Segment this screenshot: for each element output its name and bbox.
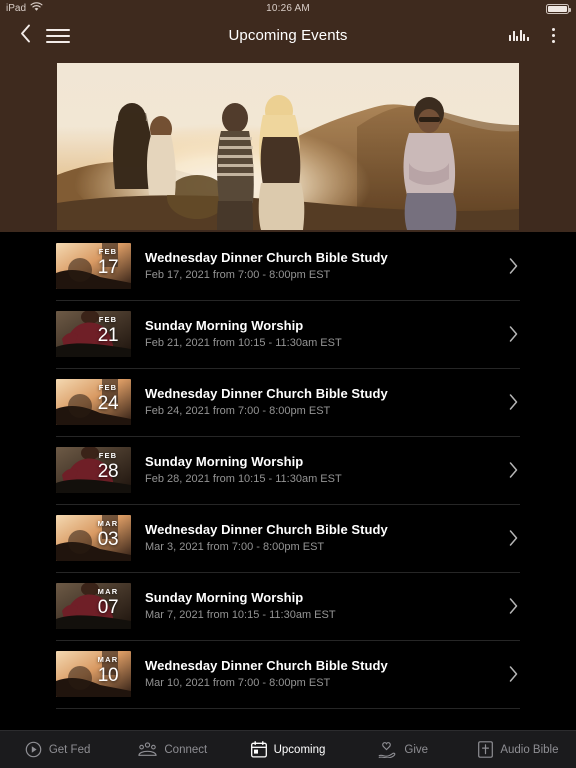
status-bar: iPad 10:26 AM: [0, 0, 576, 17]
event-day: 28: [97, 461, 119, 482]
play-circle-icon: [25, 741, 42, 758]
event-text: Sunday Morning Worship Feb 28, 2021 from…: [131, 454, 494, 487]
event-subtitle: Mar 7, 2021 from 10:15 - 11:30am EST: [145, 608, 336, 621]
event-thumbnail: FEB 21: [56, 311, 131, 357]
list-item[interactable]: MAR 07 Sunday Morning Worship Mar 7, 202…: [56, 572, 520, 640]
chevron-right-icon[interactable]: [494, 394, 520, 410]
page-title: Upcoming Events: [228, 27, 348, 44]
event-date-badge: FEB 17: [91, 247, 125, 278]
event-day: 07: [97, 597, 119, 618]
tab-label: Audio Bible: [500, 743, 559, 756]
chevron-right-icon[interactable]: [494, 326, 520, 342]
event-day: 17: [97, 257, 119, 278]
event-month: FEB: [98, 451, 118, 460]
tab-label: Get Fed: [48, 743, 91, 756]
event-text: Sunday Morning Worship Feb 21, 2021 from…: [131, 318, 494, 351]
event-text: Wednesday Dinner Church Bible Study Mar …: [131, 658, 494, 691]
status-bar-time: 10:26 AM: [266, 3, 310, 14]
event-thumbnail: MAR 03: [56, 515, 131, 561]
event-subtitle: Mar 3, 2021 from 7:00 - 8:00pm EST: [145, 540, 325, 553]
event-date-badge: FEB 21: [91, 315, 125, 346]
chevron-right-icon[interactable]: [494, 598, 520, 614]
chevron-right-icon[interactable]: [494, 666, 520, 682]
tab-label: Connect: [164, 743, 208, 756]
tab-audio-bible[interactable]: Audio Bible: [461, 731, 576, 768]
event-text: Sunday Morning Worship Mar 7, 2021 from …: [131, 590, 494, 623]
event-subtitle: Feb 21, 2021 from 10:15 - 11:30am EST: [145, 336, 342, 349]
tab-connect[interactable]: Connect: [115, 731, 230, 768]
people-group-icon: [138, 742, 157, 757]
event-thumbnail: FEB 28: [56, 447, 131, 493]
list-item[interactable]: FEB 28 Sunday Morning Worship Feb 28, 20…: [56, 436, 520, 504]
event-thumbnail: FEB 24: [56, 379, 131, 425]
list-item[interactable]: FEB 21 Sunday Morning Worship Feb 21, 20…: [56, 300, 520, 368]
bible-book-icon: [478, 741, 494, 758]
tab-get-fed[interactable]: Get Fed: [0, 731, 115, 768]
events-list[interactable]: FEB 17 Wednesday Dinner Church Bible Stu…: [0, 232, 576, 730]
event-month: MAR: [97, 587, 119, 596]
tab-upcoming[interactable]: Upcoming: [230, 731, 345, 768]
event-text: Wednesday Dinner Church Bible Study Feb …: [131, 386, 494, 419]
event-subtitle: Feb 28, 2021 from 10:15 - 11:30am EST: [145, 472, 342, 485]
event-title: Sunday Morning Worship: [145, 317, 304, 333]
event-thumbnail: MAR 07: [56, 583, 131, 629]
event-date-badge: MAR 10: [91, 655, 125, 686]
event-title: Wednesday Dinner Church Bible Study: [145, 521, 388, 537]
tab-label: Upcoming: [273, 743, 326, 756]
event-date-badge: MAR 03: [91, 519, 125, 550]
event-month: FEB: [98, 247, 118, 256]
list-item[interactable]: MAR 10 Wednesday Dinner Church Bible Stu…: [56, 640, 520, 708]
event-title: Wednesday Dinner Church Bible Study: [145, 249, 388, 265]
event-date-badge: MAR 07: [91, 587, 125, 618]
event-day: 03: [97, 529, 119, 550]
event-date-badge: FEB 24: [91, 383, 125, 414]
event-day: 10: [97, 665, 119, 686]
event-day: 21: [97, 325, 119, 346]
event-thumbnail: FEB 17: [56, 243, 131, 289]
calendar-icon: [250, 741, 267, 758]
hand-heart-icon: [378, 741, 397, 758]
event-date-badge: FEB 28: [91, 451, 125, 482]
audio-bars-icon[interactable]: [506, 22, 532, 49]
event-subtitle: Feb 24, 2021 from 7:00 - 8:00pm EST: [145, 404, 331, 417]
battery-full-icon: [546, 3, 571, 14]
bottom-tab-bar: Get Fed Connect Upcoming Give Audio Bibl…: [0, 730, 576, 768]
chevron-right-icon[interactable]: [494, 530, 520, 546]
list-item[interactable]: MAR 03 Wednesday Dinner Church Bible Stu…: [56, 504, 520, 572]
chevron-right-icon[interactable]: [494, 258, 520, 274]
more-vertical-icon[interactable]: [542, 22, 564, 49]
status-bar-right: [546, 3, 571, 14]
event-month: MAR: [97, 655, 119, 664]
chevron-right-icon[interactable]: [494, 462, 520, 478]
event-title: Wednesday Dinner Church Bible Study: [145, 385, 388, 401]
event-subtitle: Feb 17, 2021 from 7:00 - 8:00pm EST: [145, 268, 331, 281]
event-title: Sunday Morning Worship: [145, 589, 304, 605]
list-item[interactable]: FEB 24 Wednesday Dinner Church Bible Stu…: [56, 368, 520, 436]
event-text: Wednesday Dinner Church Bible Study Mar …: [131, 522, 494, 555]
tab-give[interactable]: Give: [346, 731, 461, 768]
event-text: Wednesday Dinner Church Bible Study Feb …: [131, 250, 494, 283]
event-title: Wednesday Dinner Church Bible Study: [145, 657, 388, 673]
event-month: MAR: [97, 519, 119, 528]
event-month: FEB: [98, 315, 118, 324]
navigation-bar: Upcoming Events: [0, 17, 576, 54]
event-subtitle: Mar 10, 2021 from 7:00 - 8:00pm EST: [145, 676, 331, 689]
event-month: FEB: [98, 383, 118, 392]
list-item[interactable]: FEB 17 Wednesday Dinner Church Bible Stu…: [56, 232, 520, 300]
hero-banner-image: [57, 63, 519, 230]
event-title: Sunday Morning Worship: [145, 453, 304, 469]
event-day: 24: [97, 393, 119, 414]
tab-label: Give: [404, 743, 429, 756]
list-divider: [56, 708, 520, 709]
event-thumbnail: MAR 10: [56, 651, 131, 697]
app-root: iPad 10:26 AM Upcoming Events FEB 17 Wed…: [0, 0, 576, 768]
